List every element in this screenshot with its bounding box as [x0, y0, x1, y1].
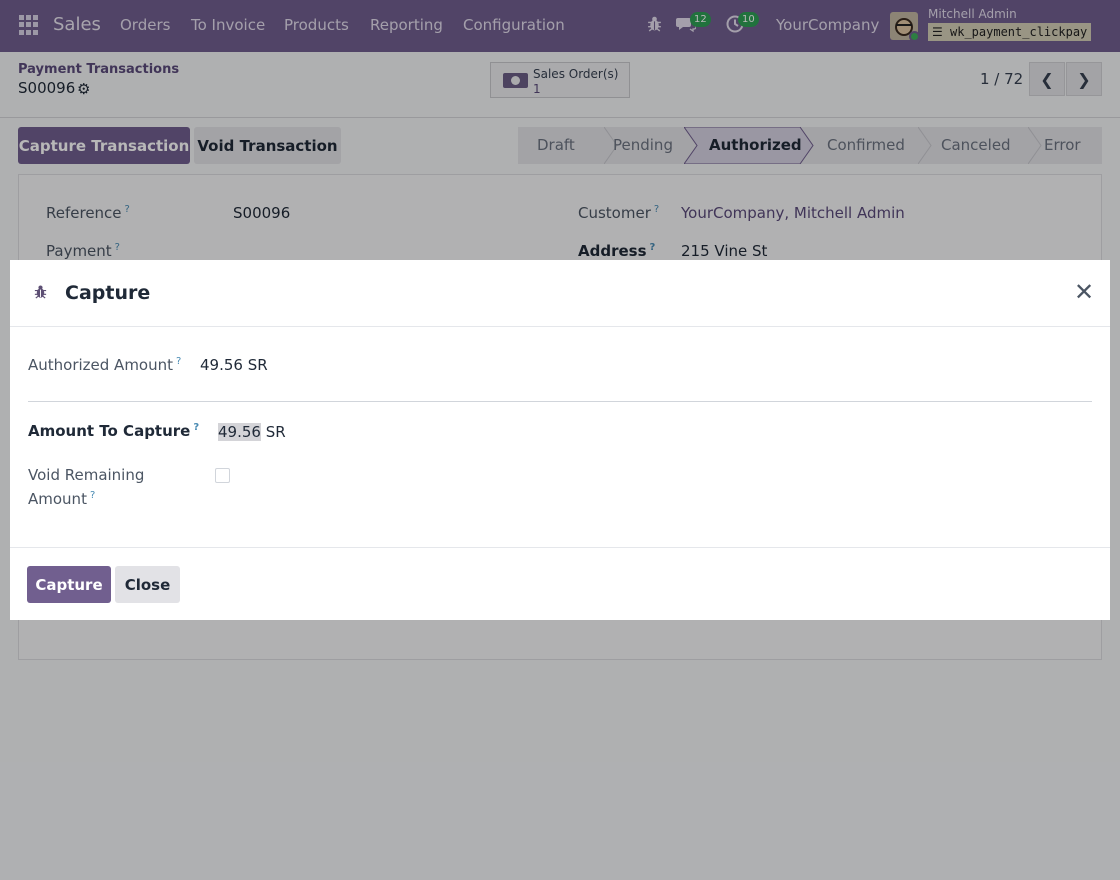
void-remaining-label-line1: Void Remaining: [28, 466, 145, 484]
void-remaining-label-line2: Amount?: [28, 490, 96, 508]
amount-to-capture-input[interactable]: 49.56 SR: [218, 423, 286, 441]
help-icon[interactable]: ?: [193, 422, 199, 433]
close-icon[interactable]: ✕: [1074, 280, 1094, 304]
authorized-amount-value: 49.56 SR: [200, 356, 268, 374]
dialog-header: Capture ✕: [10, 260, 1110, 327]
bug-icon: [33, 284, 48, 303]
dialog-footer-divider: [10, 547, 1110, 548]
capture-dialog: Capture ✕ Authorized Amount? 49.56 SR Am…: [10, 260, 1110, 620]
capture-amount-selected: 49.56: [218, 423, 261, 441]
help-icon[interactable]: ?: [176, 356, 181, 367]
close-button[interactable]: Close: [115, 566, 180, 603]
capture-currency: SR: [260, 423, 286, 441]
authorized-amount-label: Authorized Amount?: [28, 356, 182, 374]
divider: [28, 401, 1092, 402]
capture-button[interactable]: Capture: [27, 566, 111, 603]
void-remaining-checkbox[interactable]: [215, 468, 230, 483]
help-icon[interactable]: ?: [90, 490, 95, 501]
dialog-title: Capture: [65, 282, 151, 304]
amount-to-capture-label: Amount To Capture?: [28, 422, 200, 440]
